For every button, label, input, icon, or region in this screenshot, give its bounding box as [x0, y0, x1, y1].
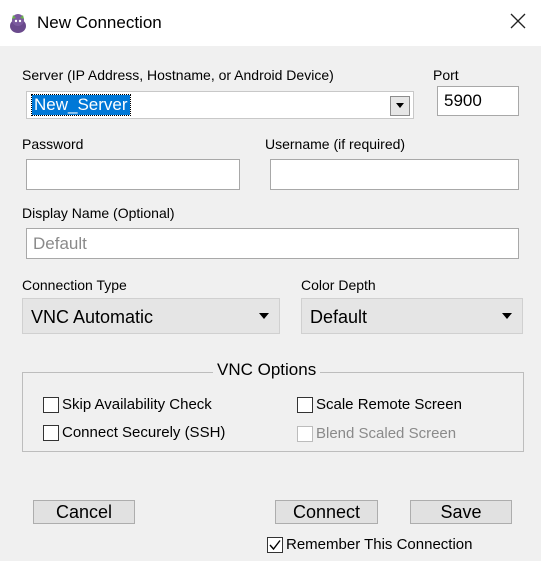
vnc-options-title: VNC Options — [213, 360, 321, 380]
scale-remote-checkbox[interactable]: Scale Remote Screen — [297, 396, 462, 413]
chevron-down-icon — [259, 313, 269, 319]
username-label: Username (if required) — [265, 136, 406, 152]
checkbox-box[interactable] — [43, 396, 59, 413]
password-field[interactable] — [26, 159, 240, 190]
blend-scaled-checkbox[interactable]: Blend Scaled Screen — [297, 425, 456, 442]
connection-type-select[interactable]: VNC Automatic — [22, 298, 280, 334]
color-depth-select[interactable]: Default — [301, 298, 523, 334]
server-label: Server (IP Address, Hostname, or Android… — [22, 67, 334, 83]
skip-availability-label: Skip Availability Check — [62, 396, 212, 413]
display-name-field[interactable] — [26, 228, 519, 259]
color-depth-label: Color Depth — [301, 277, 376, 293]
blend-scaled-label: Blend Scaled Screen — [316, 425, 457, 442]
checkbox-box[interactable] — [297, 425, 313, 442]
color-depth-value: Default — [310, 307, 368, 327]
save-button[interactable]: Save — [410, 500, 512, 524]
title-bar: New Connection — [0, 0, 541, 46]
close-button[interactable] — [495, 0, 541, 46]
window-title: New Connection — [37, 13, 162, 32]
checkbox-box[interactable] — [297, 396, 313, 413]
scale-remote-label: Scale Remote Screen — [316, 396, 462, 413]
port-label: Port — [433, 67, 459, 83]
vnc-app-icon — [8, 12, 28, 34]
close-icon — [510, 13, 526, 34]
chevron-down-icon — [502, 313, 512, 319]
remember-connection-label: Remember This Connection — [286, 536, 473, 553]
checkmark-icon — [269, 539, 281, 550]
server-combobox[interactable]: New_Server — [26, 91, 414, 119]
connect-button[interactable]: Connect — [275, 500, 378, 524]
connect-securely-label: Connect Securely (SSH) — [62, 424, 226, 441]
username-field[interactable] — [270, 159, 519, 190]
cancel-button[interactable]: Cancel — [33, 500, 135, 524]
port-field[interactable] — [437, 86, 519, 116]
chevron-down-icon — [396, 103, 404, 108]
remember-connection-checkbox[interactable]: Remember This Connection — [267, 536, 472, 553]
server-dropdown-button[interactable] — [390, 96, 410, 116]
connect-securely-checkbox[interactable]: Connect Securely (SSH) — [43, 424, 225, 441]
checkbox-box[interactable] — [43, 424, 59, 441]
checkbox-box[interactable] — [267, 536, 283, 553]
connection-type-label: Connection Type — [22, 277, 127, 293]
skip-availability-checkbox[interactable]: Skip Availability Check — [43, 396, 212, 413]
display-name-label: Display Name (Optional) — [22, 205, 175, 221]
connection-type-value: VNC Automatic — [31, 307, 154, 327]
server-input[interactable]: New_Server — [31, 94, 131, 116]
password-label: Password — [22, 136, 84, 152]
